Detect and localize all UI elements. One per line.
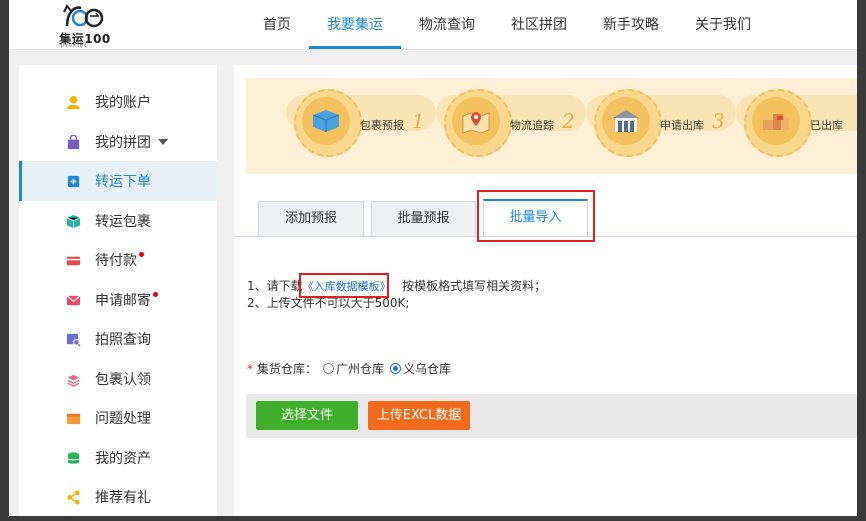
package-icon [65,213,81,229]
logo-icon [63,4,104,28]
instruction-line-2: 2、上传文件不可以大于500K; [247,296,410,310]
sidebar-item-label: 推荐有礼 [95,490,151,506]
chevron-down-icon[interactable] [158,139,168,145]
instruction-text: 按模板格式填写相关资料； [402,279,547,293]
highlight-box-link [299,273,389,298]
sidebar-item-label: 包裹认领 [95,372,151,388]
sidebar-item-apply-mail[interactable]: 申请邮寄 [19,280,217,320]
choose-file-button[interactable]: 选择文件 [256,401,358,430]
claim-icon [65,371,81,387]
highlight-box-tab [477,190,595,242]
warehouse-selector: * 集货仓库： 广州仓库 义乌仓库 [247,360,451,377]
import-instructions: 1、请下载《入库数据模板》 按模板格式填写相关资料； 2、上传文件不可以大于50… [247,278,546,312]
sidebar-item-label: 待付款 [95,253,137,269]
sidebar-item-label: 问题处理 [95,411,151,427]
step-label: 物流追踪 [510,119,554,132]
step-label: 已出库 [810,119,843,132]
share-icon [65,489,81,505]
window-frame-right [857,0,866,521]
sidebar-item-label: 拍照查询 [95,332,151,348]
instruction-line-1: 1、请下载《入库数据模板》 按模板格式填写相关资料； [247,278,546,295]
step-label: 申请出库 [660,119,704,132]
sidebar-item-label: 我的账户 [95,95,151,111]
sidebar-item-label: 转运下单 [95,174,151,190]
sidebar-item-transfer-package[interactable]: 转运包裹 [19,201,217,241]
sidebar-item-pending-payment[interactable]: 待付款 [19,240,217,280]
mail-apply-icon [65,292,81,308]
step-number: 1 [412,109,425,133]
radio-guangzhou[interactable] [323,363,335,374]
tab-add-forecast[interactable]: 添加预报 [258,201,364,236]
upload-action-bar: 选择文件 上传EXCL数据 [246,394,857,438]
photo-search-icon [65,331,81,347]
sidebar-item-label: 我的资产 [95,451,151,467]
top-header: 集运100 JIYUN100 首页 我要集运 物流查询 社区拼团 新手攻略 关于… [9,0,857,50]
user-icon [65,94,81,110]
nav-shipping[interactable]: 我要集运 [309,0,401,49]
upload-excel-button[interactable]: 上传EXCL数据 [368,401,470,430]
sidebar: 我的账户 我的拼团 转运下单 转运包裹 待付款 申请邮寄 拍照查询 包裹认领 问… [19,65,217,521]
logo[interactable]: 集运100 JIYUN100 [59,4,111,48]
logo-subtext: JIYUN100 [61,43,88,48]
sidebar-item-photo-search[interactable]: 拍照查询 [19,319,217,359]
sidebar-item-problem[interactable]: 问题处理 [19,398,217,438]
warehouse-label: 集货仓库： [257,362,318,376]
radio-label-yiwu[interactable]: 义乌仓库 [403,360,451,377]
group-bag-icon [65,134,81,150]
sidebar-item-group-buy[interactable]: 我的拼团 [19,122,217,162]
assets-icon [65,450,81,466]
nav-about[interactable]: 关于我们 [677,0,769,47]
main-nav: 首页 我要集运 物流查询 社区拼团 新手攻略 关于我们 [245,0,769,49]
nav-tracking[interactable]: 物流查询 [401,0,493,47]
boxes-icon [752,97,800,145]
radio-yiwu[interactable] [390,363,402,374]
sidebar-item-assets[interactable]: 我的资产 [19,438,217,478]
sidebar-item-transfer-order[interactable]: 转运下单 [19,161,217,201]
nav-guide[interactable]: 新手攻略 [585,0,677,47]
instruction-text: 1、请下载 [247,279,303,293]
sidebar-item-referral[interactable]: 推荐有礼 [19,477,217,517]
payment-icon [65,252,81,268]
notification-dot [153,291,158,297]
sidebar-item-label: 转运包裹 [95,214,151,230]
window-frame-left [0,0,9,521]
nav-home[interactable]: 首页 [245,0,309,47]
step-number: 2 [562,109,575,133]
radio-label-guangzhou[interactable]: 广州仓库 [336,360,384,377]
sidebar-item-package-claim[interactable]: 包裹认领 [19,359,217,399]
tab-batch-forecast[interactable]: 批量预报 [371,201,476,236]
process-steps: 包裹预报 1 物流追踪 2 申请出库 3 已出库 [246,78,857,174]
warehouse-icon [602,97,650,145]
sidebar-item-label: 我的拼团 [95,135,151,151]
step-number: 3 [712,109,725,133]
window-frame-bottom [0,516,866,521]
problem-icon [65,410,81,426]
required-mark: * [247,361,253,376]
box-icon [302,97,350,145]
sidebar-item-label: 申请邮寄 [95,293,151,309]
nav-community[interactable]: 社区拼团 [493,0,585,47]
map-pin-icon [452,97,500,145]
notification-dot [139,251,144,257]
order-icon [65,173,81,189]
step-label: 包裹预报 [360,119,404,132]
sidebar-item-account[interactable]: 我的账户 [19,82,217,122]
